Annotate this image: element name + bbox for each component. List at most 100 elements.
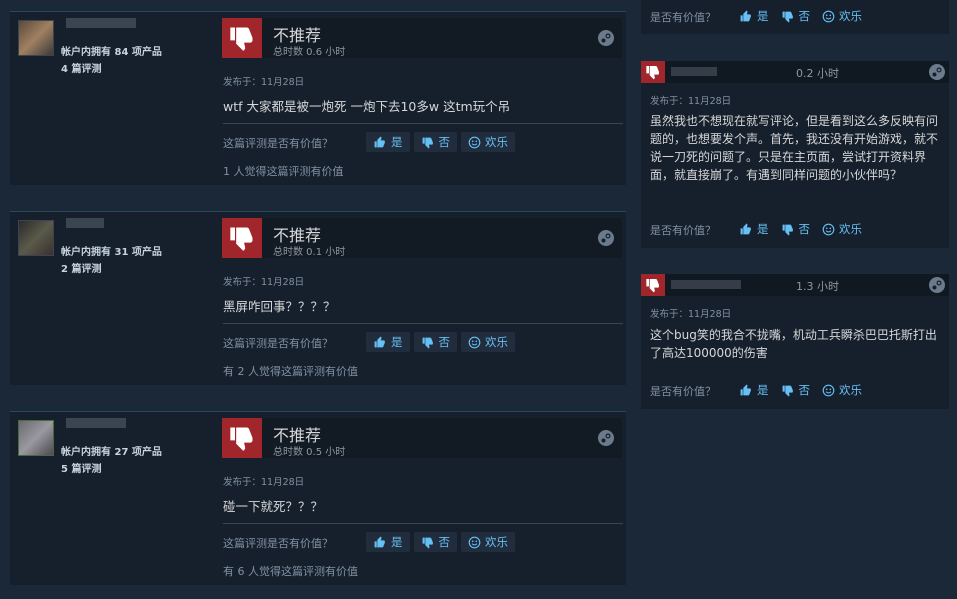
thumbs-down-icon — [222, 218, 262, 258]
helpful-yes-button[interactable]: 是 — [366, 532, 410, 552]
steam-icon — [598, 230, 614, 246]
review-content: 虽然我也不想现在就写评论，但是看到这么多反映有问题的，也想要发个声。首先，我还没… — [650, 114, 939, 182]
funny-button[interactable]: 欢乐 — [818, 380, 866, 400]
review-card-partial: 是否有价值？ 是 否 欢乐 — [641, 0, 949, 34]
funny-button[interactable]: 欢乐 — [461, 132, 515, 152]
yes-label: 是 — [391, 135, 403, 149]
thumbs-up-icon — [374, 336, 385, 347]
vote-header[interactable]: 0.2 小时 — [641, 61, 949, 83]
review-card: 帐户内拥有 27 项产品 5 篇评测 不推荐 总时数 0.5 小时 发布于：11… — [10, 411, 626, 585]
steam-icon — [598, 430, 614, 446]
smiley-icon — [822, 223, 835, 235]
owned-products: 帐户内拥有 84 项产品 — [61, 47, 162, 58]
vote-buttons: 是 否 欢乐 — [735, 380, 866, 400]
review-card: 1.3 小时 发布于：11月28日 这个bug笑的我合不拢嘴，机动工兵瞬杀巴巴托… — [641, 274, 949, 409]
review-count: 2 篇评测 — [61, 264, 102, 275]
thumbs-down-icon — [422, 537, 433, 548]
helpful-count: 有 2 人觉得这篇评测有价值 — [223, 365, 358, 378]
thumbs-down-icon — [422, 137, 433, 148]
vote-header[interactable]: 不推荐 总时数 0.1 小时 — [222, 218, 622, 258]
yes-label: 是 — [391, 535, 403, 549]
posted-date: 发布于：11月28日 — [223, 477, 305, 488]
thumbs-down-icon — [641, 274, 665, 296]
funny-label: 欢乐 — [485, 535, 508, 549]
helpful-no-button[interactable]: 否 — [777, 6, 815, 26]
avatar[interactable] — [18, 420, 54, 456]
avatar[interactable] — [18, 220, 54, 256]
review-card: 帐户内拥有 31 项产品 2 篇评测 不推荐 总时数 0.1 小时 发布于：11… — [10, 211, 626, 385]
vote-header[interactable]: 不推荐 总时数 0.5 小时 — [222, 418, 622, 458]
helpful-yes-button[interactable]: 是 — [735, 219, 773, 239]
review-hours: 1.3 小时 — [796, 280, 839, 293]
helpful-no-button[interactable]: 否 — [413, 132, 457, 152]
helpful-yes-button[interactable]: 是 — [366, 132, 410, 152]
thumbs-down-icon — [782, 385, 793, 396]
thumbs-down-icon — [222, 418, 262, 458]
funny-label: 欢乐 — [485, 135, 508, 149]
owned-products: 帐户内拥有 27 项产品 — [61, 447, 162, 458]
review-content: 黑屏咋回事？？？？ — [223, 299, 336, 314]
helpful-yes-button[interactable]: 是 — [735, 6, 773, 26]
helpful-no-button[interactable]: 否 — [777, 380, 815, 400]
helpful-count: 1 人觉得这篇评测有价值 — [223, 165, 344, 178]
smiley-icon — [822, 384, 835, 396]
funny-button[interactable]: 欢乐 — [461, 332, 515, 352]
funny-label: 欢乐 — [485, 335, 508, 349]
steam-icon — [598, 30, 614, 46]
helpful-yes-button[interactable]: 是 — [735, 380, 773, 400]
thumbs-up-icon — [740, 384, 751, 395]
helpful-question: 是否有价值？ — [650, 224, 716, 237]
vote-header[interactable]: 不推荐 总时数 0.6 小时 — [222, 18, 622, 58]
review-card: 0.2 小时 发布于：11月28日 虽然我也不想现在就写评论，但是看到这么多反映… — [641, 61, 949, 248]
author-name[interactable] — [671, 67, 717, 76]
helpful-no-button[interactable]: 否 — [413, 532, 457, 552]
author-name[interactable] — [66, 18, 136, 28]
helpful-question: 这篇评测是否有价值？ — [223, 137, 333, 150]
helpful-no-button[interactable]: 否 — [413, 332, 457, 352]
vote-header[interactable]: 1.3 小时 — [641, 274, 949, 296]
review-card: 帐户内拥有 84 项产品 4 篇评测 不推荐 总时数 0.6 小时 发布于：11… — [10, 11, 626, 185]
author-name[interactable] — [66, 418, 126, 428]
review-hours: 总时数 0.5 小时 — [273, 447, 346, 458]
yes-label: 是 — [391, 335, 403, 349]
steam-icon — [929, 64, 945, 80]
author-name[interactable] — [66, 218, 104, 228]
no-label: 否 — [798, 383, 811, 397]
no-label: 否 — [438, 135, 451, 149]
smiley-icon — [822, 10, 835, 22]
helpful-no-button[interactable]: 否 — [777, 219, 815, 239]
thumbs-down-icon — [222, 18, 262, 58]
funny-label: 欢乐 — [839, 383, 862, 397]
smiley-icon — [468, 336, 481, 348]
divider — [223, 323, 623, 324]
vote-buttons: 是 否 欢乐 — [366, 532, 515, 552]
avatar[interactable] — [18, 20, 54, 56]
no-label: 否 — [798, 9, 811, 23]
thumbs-down-icon — [782, 11, 793, 22]
vote-buttons: 是 否 欢乐 — [735, 6, 866, 26]
no-label: 否 — [798, 222, 811, 236]
review-hours: 0.2 小时 — [796, 67, 839, 80]
posted-date: 发布于：11月28日 — [650, 309, 732, 320]
thumbs-up-icon — [740, 223, 751, 234]
thumbs-up-icon — [740, 10, 751, 21]
posted-date: 发布于：11月28日 — [223, 277, 305, 288]
review-count: 4 篇评测 — [61, 64, 102, 75]
vote-buttons: 是 否 欢乐 — [735, 219, 866, 239]
funny-button[interactable]: 欢乐 — [461, 532, 515, 552]
helpful-count: 有 6 人觉得这篇评测有价值 — [223, 565, 358, 578]
yes-label: 是 — [757, 383, 769, 397]
thumbs-up-icon — [374, 536, 385, 547]
author-name[interactable] — [671, 280, 741, 289]
funny-button[interactable]: 欢乐 — [818, 219, 866, 239]
posted-date: 发布于：11月28日 — [223, 77, 305, 88]
helpful-question: 这篇评测是否有价值？ — [223, 537, 333, 550]
thumbs-up-icon — [374, 136, 385, 147]
funny-label: 欢乐 — [839, 222, 862, 236]
smiley-icon — [468, 536, 481, 548]
funny-button[interactable]: 欢乐 — [818, 6, 866, 26]
funny-label: 欢乐 — [839, 9, 862, 23]
helpful-yes-button[interactable]: 是 — [366, 332, 410, 352]
vote-buttons: 是 否 欢乐 — [366, 332, 515, 352]
review-count: 5 篇评测 — [61, 464, 102, 475]
